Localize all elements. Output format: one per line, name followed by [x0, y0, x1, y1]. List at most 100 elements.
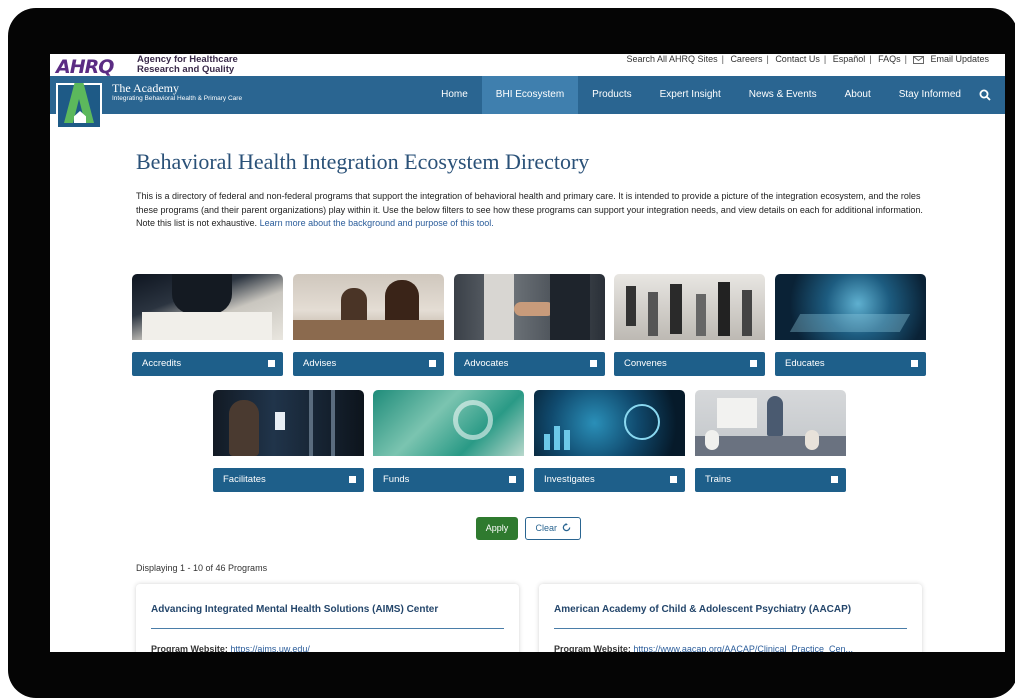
program-card-title[interactable]: American Academy of Child & Adolescent P… — [554, 604, 851, 615]
filter-tile-advocates[interactable]: Advocates — [454, 274, 605, 378]
filter-label-facilitates: Facilitates — [223, 474, 266, 485]
filter-bar-accredits[interactable]: Accredits — [132, 352, 283, 376]
filter-label-advocates: Advocates — [464, 358, 509, 369]
util-link-espanol[interactable]: Español — [829, 54, 870, 64]
filter-bar-funds[interactable]: Funds — [373, 468, 524, 492]
results-count: Displaying 1 - 10 of 46 Programs — [136, 563, 268, 573]
apply-button[interactable]: Apply — [476, 517, 518, 540]
filter-checkbox-trains[interactable] — [831, 476, 838, 483]
filter-checkbox-funds[interactable] — [509, 476, 516, 483]
device-bezel: AHRQ Agency for Healthcare Research and … — [8, 8, 1015, 698]
filter-checkbox-accredits[interactable] — [268, 360, 275, 367]
filter-label-accredits: Accredits — [142, 358, 182, 369]
program-website-label: Program Website: — [151, 644, 228, 652]
filter-tile-trains[interactable]: Trains — [695, 390, 846, 494]
academy-logo[interactable] — [56, 83, 102, 129]
filter-bar-investigates[interactable]: Investigates — [534, 468, 685, 492]
filter-tile-convenes[interactable]: Convenes — [614, 274, 765, 378]
filter-label-educates: Educates — [785, 358, 825, 369]
filter-checkbox-convenes[interactable] — [750, 360, 757, 367]
card-divider — [554, 628, 907, 629]
facilitates-photo — [213, 390, 364, 456]
util-link-search[interactable]: Search All AHRQ Sites — [623, 54, 722, 64]
trains-photo — [695, 390, 846, 456]
intro-paragraph: This is a directory of federal and non-f… — [136, 190, 926, 231]
filter-label-funds: Funds — [383, 474, 410, 485]
clear-button-label: Clear — [535, 523, 557, 533]
filter-bar-advises[interactable]: Advises — [293, 352, 444, 376]
convenes-photo — [614, 274, 765, 340]
filter-tile-accredits[interactable]: Accredits — [132, 274, 283, 378]
mail-icon — [913, 55, 925, 64]
filter-tile-educates[interactable]: Educates — [775, 274, 926, 378]
nav-item-expert-insight[interactable]: Expert Insight — [646, 76, 735, 114]
filter-bar-convenes[interactable]: Convenes — [614, 352, 765, 376]
util-link-careers[interactable]: Careers — [726, 54, 766, 64]
util-divider: | — [904, 54, 907, 64]
filter-checkbox-advocates[interactable] — [590, 360, 597, 367]
program-website-link[interactable]: https://aims.uw.edu/ — [230, 644, 310, 652]
program-website-label: Program Website: — [554, 644, 631, 652]
util-divider: | — [721, 54, 724, 64]
util-link-contact[interactable]: Contact Us — [771, 54, 824, 64]
program-website-row: Program Website: https://www.aacap.org/A… — [554, 644, 853, 652]
learn-more-link[interactable]: Learn more about the background and purp… — [260, 218, 494, 228]
email-updates-label: Email Updates — [930, 54, 989, 64]
advocates-photo — [454, 274, 605, 340]
funds-photo — [373, 390, 524, 456]
util-divider: | — [766, 54, 769, 64]
filter-checkbox-educates[interactable] — [911, 360, 918, 367]
utility-bar: AHRQ Agency for Healthcare Research and … — [50, 54, 1005, 78]
program-card-title[interactable]: Advancing Integrated Mental Health Solut… — [151, 604, 438, 615]
investigates-photo — [534, 390, 685, 456]
accredits-photo — [132, 274, 283, 340]
educates-photo — [775, 274, 926, 340]
filter-label-advises: Advises — [303, 358, 337, 369]
clear-button[interactable]: Clear — [525, 517, 581, 540]
nav-item-news-events[interactable]: News & Events — [735, 76, 831, 114]
filter-tile-funds[interactable]: Funds — [373, 390, 524, 494]
nav-item-products[interactable]: Products — [578, 76, 645, 114]
agency-line-2: Research and Quality — [137, 64, 235, 75]
filter-checkbox-facilitates[interactable] — [349, 476, 356, 483]
util-link-email-updates[interactable]: Email Updates — [909, 54, 997, 64]
nav-item-bhi-ecosystem[interactable]: BHI Ecosystem — [481, 76, 579, 114]
program-card: American Academy of Child & Adolescent P… — [539, 584, 922, 652]
intro-text: This is a directory of federal and non-f… — [136, 191, 923, 228]
filter-label-trains: Trains — [705, 474, 732, 485]
filter-checkbox-investigates[interactable] — [670, 476, 677, 483]
search-icon[interactable] — [979, 89, 991, 101]
browser-viewport: AHRQ Agency for Healthcare Research and … — [50, 54, 1005, 652]
filter-label-convenes: Convenes — [624, 358, 667, 369]
filter-tile-facilitates[interactable]: Facilitates — [213, 390, 364, 494]
page-title: Behavioral Health Integration Ecosystem … — [136, 149, 590, 174]
ahrq-logo[interactable]: AHRQ — [56, 56, 114, 78]
util-divider: | — [869, 54, 872, 64]
filter-bar-facilitates[interactable]: Facilitates — [213, 468, 364, 492]
filter-tile-investigates[interactable]: Investigates — [534, 390, 685, 494]
filter-label-investigates: Investigates — [544, 474, 595, 485]
card-divider — [151, 628, 504, 629]
site-subtitle-text: Integrating Behavioral Health & Primary … — [112, 95, 243, 102]
site-title-text: The Academy — [112, 81, 179, 95]
nav-item-home[interactable]: Home — [427, 76, 482, 114]
filter-bar-advocates[interactable]: Advocates — [454, 352, 605, 376]
main-navigation: The Academy Integrating Behavioral Healt… — [50, 76, 1005, 129]
site-title[interactable]: The Academy Integrating Behavioral Healt… — [112, 82, 242, 104]
nav-item-about[interactable]: About — [831, 76, 885, 114]
nav-items: Home BHI Ecosystem Products Expert Insig… — [427, 76, 1005, 114]
filter-bar-trains[interactable]: Trains — [695, 468, 846, 492]
util-link-faqs[interactable]: FAQs — [874, 54, 905, 64]
reset-icon — [562, 523, 570, 532]
util-divider: | — [823, 54, 827, 64]
filter-checkbox-advises[interactable] — [429, 360, 436, 367]
utility-links: Search All AHRQ Sites | Careers | Contact … — [623, 54, 997, 64]
agency-name: Agency for Healthcare Research and Quali… — [137, 55, 238, 75]
program-website-link[interactable]: https://www.aacap.org/AACAP/Clinical_Pra… — [633, 644, 853, 652]
nav-item-stay-informed[interactable]: Stay Informed — [885, 76, 975, 114]
filter-bar-educates[interactable]: Educates — [775, 352, 926, 376]
advises-photo — [293, 274, 444, 340]
program-card: Advancing Integrated Mental Health Solut… — [136, 584, 519, 652]
filter-tile-advises[interactable]: Advises — [293, 274, 444, 378]
program-website-row: Program Website: https://aims.uw.edu/ — [151, 644, 310, 652]
